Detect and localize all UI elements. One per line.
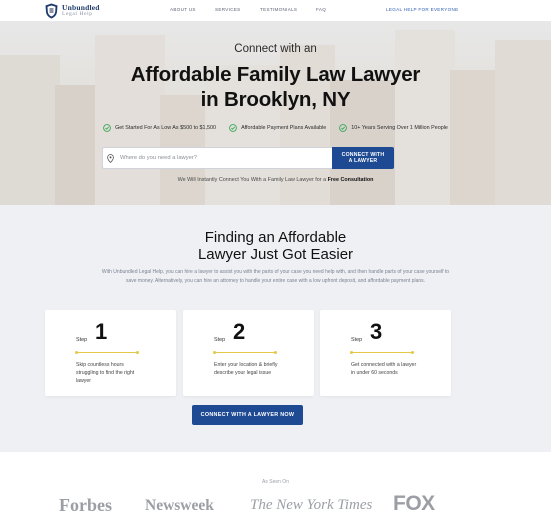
nav-faq[interactable]: FAQ (316, 7, 326, 12)
step-text: Skip countless hours struggling to find … (76, 362, 135, 384)
benefit-item: Affordable Payment Plans Available (229, 124, 326, 132)
logo-text-line2: Legal Help (62, 11, 93, 17)
forbes-logo: Forbes (59, 495, 112, 515)
search-placeholder: Where do you need a lawyer? (120, 155, 198, 161)
benefit-text: Affordable Payment Plans Available (241, 125, 327, 131)
hero-connect-text: Connect with an (234, 43, 317, 55)
step-label: Step (76, 337, 88, 343)
hero-title: Affordable Family Law Lawyer in Brooklyn… (0, 62, 551, 112)
hero-title-line2: in Brooklyn, NY (200, 88, 351, 111)
step-divider (75, 350, 139, 354)
step-number: 1 (95, 319, 108, 344)
step-text: Get connected with a lawyer in under 60 … (351, 362, 417, 376)
benefit-text: 10+ Years Serving Over 1 Million People (351, 125, 448, 131)
benefit-item: 10+ Years Serving Over 1 Million People (339, 124, 448, 132)
nav-services[interactable]: Services (215, 7, 241, 12)
steps-section-title: Finding an Affordable Lawyer Just Got Ea… (0, 229, 551, 263)
location-pin-icon (107, 153, 114, 163)
step-text: Enter your location & briefly describe y… (214, 362, 278, 376)
steps-title-line1: Finding an Affordable (204, 229, 347, 246)
benefit-text: Get Started For As Low As $500 to $1,500 (115, 125, 217, 131)
logo-text-line1: Unbundled (62, 2, 100, 12)
hero-title-line1: Affordable Family Law Lawyer (130, 63, 421, 86)
check-circle-icon (339, 124, 348, 132)
nav-legal-help-cta[interactable]: Legal Help for Everyone (386, 7, 458, 12)
as-seen-on-label: As Seen On (262, 479, 289, 485)
as-seen-on-section: As Seen On Forbes Newsweek The New York … (0, 452, 551, 517)
step-card-1: Step 1 Skip countless hours struggling t… (45, 310, 176, 396)
top-nav: Unbundled Legal Help About Us Services T… (0, 0, 551, 22)
free-consultation-bold: Free Consultation (327, 177, 374, 183)
check-circle-icon (229, 124, 237, 132)
step-divider (213, 350, 277, 354)
step-card-3: Step 3 Get connected with a lawyer in un… (320, 310, 451, 396)
steps-section-description: With Unbundled Legal Help, you can hire … (101, 269, 450, 284)
location-search-input[interactable]: Where do you need a lawyer? (102, 147, 332, 169)
hero-section: Connect with an Affordable Family Law La… (0, 22, 551, 205)
step-card-2: Step 2 Enter your location & briefly des… (183, 310, 314, 396)
step-label: Step (214, 337, 226, 343)
nav-about-us[interactable]: About Us (170, 7, 196, 12)
benefits-list: Get Started For As Low As $500 to $1,500… (0, 124, 551, 132)
step-number: 3 (370, 319, 383, 344)
step-number: 2 (233, 319, 246, 344)
free-consultation-lead: We Will Instantly Connect You With a Fam… (177, 177, 328, 183)
steps-title-line2: Lawyer Just Got Easier (197, 246, 354, 263)
newsweek-logo: Newsweek (145, 497, 214, 514)
logo[interactable]: Unbundled Legal Help (45, 2, 100, 19)
nyt-logo: The New York Times (250, 497, 373, 513)
check-circle-icon (103, 124, 111, 132)
nav-testimonials[interactable]: Testimonials (260, 7, 297, 12)
free-consultation-text: We Will Instantly Connect You With a Fam… (0, 177, 551, 183)
search-button-line2: A LAWYER (348, 158, 378, 164)
shield-logo-icon (45, 3, 58, 18)
step-divider (350, 350, 414, 354)
fox-logo: FOX (393, 492, 435, 515)
connect-with-lawyer-search-button[interactable]: CONNECT WITH A LAWYER (332, 147, 394, 169)
step-label: Step (351, 337, 363, 343)
benefit-item: Get Started For As Low As $500 to $1,500 (103, 124, 216, 132)
connect-with-lawyer-now-button[interactable]: CONNECT WITH A LAWYER NOW (192, 405, 303, 425)
